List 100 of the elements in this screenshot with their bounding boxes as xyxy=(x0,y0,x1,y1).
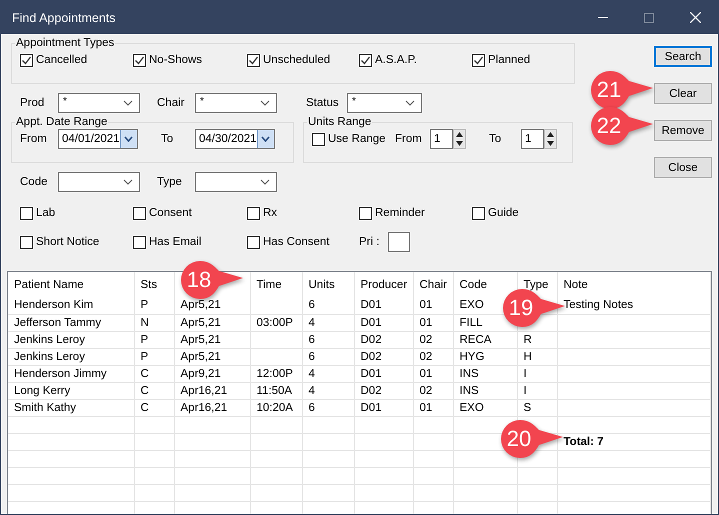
checkbox-label: Has Email xyxy=(149,236,202,248)
column-header[interactable]: Type xyxy=(524,278,548,290)
table-cell: 02 xyxy=(413,348,453,365)
table-cell: 02 xyxy=(413,382,453,399)
table-cell: Jefferson Tammy xyxy=(8,314,134,331)
total-count: Total: 7 xyxy=(564,436,604,448)
column-header[interactable]: Producer xyxy=(360,278,408,290)
column-header[interactable]: Patient Name xyxy=(14,278,84,290)
table-cell: EXO xyxy=(453,399,517,416)
checkbox-label: Use Range xyxy=(328,133,386,145)
chevron-down-icon xyxy=(124,136,134,142)
field-label: Status xyxy=(306,97,340,109)
table-cell: D01 xyxy=(354,314,413,331)
checkbox[interactable] xyxy=(20,206,33,220)
callout-marker: 18 xyxy=(179,259,245,301)
table-cell: R xyxy=(517,331,557,348)
dropdown-field[interactable] xyxy=(195,172,277,192)
column-header[interactable]: Units xyxy=(308,278,335,290)
checkbox-label: A.S.A.P. xyxy=(375,54,417,66)
checkbox-label: Unscheduled xyxy=(263,54,330,66)
checkbox-label: No-Shows xyxy=(149,54,202,66)
column-header[interactable]: Time xyxy=(256,278,282,290)
table-cell: 02 xyxy=(413,331,453,348)
date-field[interactable]: 04/01/2021 xyxy=(58,129,138,149)
date-field[interactable]: 04/30/2021 xyxy=(195,129,275,149)
table-cell: 01 xyxy=(413,297,453,314)
checkbox[interactable] xyxy=(312,132,325,146)
table-cell: 6 xyxy=(302,297,354,314)
field-label: To xyxy=(489,133,502,145)
field-label: Code xyxy=(20,176,48,188)
dropdown-field[interactable]: * xyxy=(58,93,140,113)
checkbox[interactable] xyxy=(20,54,33,66)
table-cell: 10:20A xyxy=(250,399,302,416)
checkbox[interactable] xyxy=(472,206,485,220)
chevron-down-icon xyxy=(123,179,133,185)
field-label: From xyxy=(395,133,423,145)
field-label: Pri : xyxy=(359,236,380,248)
chevron-down-icon xyxy=(260,100,270,106)
column-header[interactable]: Sts xyxy=(140,278,158,290)
checkbox[interactable] xyxy=(247,236,260,248)
table-cell: 4 xyxy=(302,365,354,382)
dropdown-field[interactable]: * xyxy=(347,93,422,113)
dialog-button[interactable]: Search xyxy=(654,46,712,67)
table-cell: D02 xyxy=(354,382,413,399)
table-cell: 01 xyxy=(413,314,453,331)
callout-marker: 20 xyxy=(499,418,565,460)
checkbox[interactable] xyxy=(359,206,372,220)
priority-field[interactable] xyxy=(388,232,410,252)
field-label: Chair xyxy=(157,97,186,109)
group-label: Appt. Date Range xyxy=(15,116,108,128)
checkbox[interactable] xyxy=(133,206,146,220)
checkbox-label: Short Notice xyxy=(36,236,100,248)
table-cell: 12:00P xyxy=(250,365,302,382)
table-cell: 01 xyxy=(413,399,453,416)
table-cell: C xyxy=(134,365,174,382)
close-icon xyxy=(690,12,700,23)
column-header[interactable]: Note xyxy=(564,278,588,290)
group-label: Appointment Types xyxy=(15,37,116,49)
checkbox[interactable] xyxy=(133,236,146,248)
checkbox[interactable] xyxy=(133,54,146,66)
table-cell: Long Kerry xyxy=(8,382,134,399)
table-cell: INS xyxy=(453,365,517,382)
table-cell: D01 xyxy=(354,365,413,382)
table-cell: 6 xyxy=(302,331,354,348)
table-cell: HYG xyxy=(453,348,517,365)
table-cell: D01 xyxy=(354,399,413,416)
checkbox[interactable] xyxy=(247,54,260,66)
table-cell: P xyxy=(134,331,174,348)
column-header[interactable]: Chair xyxy=(420,278,447,290)
table-cell: Jenkins Leroy xyxy=(8,331,134,348)
checkbox-label: Consent xyxy=(149,207,192,219)
field-label: From xyxy=(20,133,48,145)
checkbox-label: Guide xyxy=(488,207,519,219)
chevron-down-icon xyxy=(123,100,133,106)
dialog-button[interactable]: Close xyxy=(654,157,712,178)
dialog-button[interactable]: Clear xyxy=(654,83,712,104)
checkbox-label: Has Consent xyxy=(263,236,330,248)
chevron-down-icon xyxy=(261,136,270,142)
table-cell: 11:50A xyxy=(250,382,302,399)
table-cell: H xyxy=(517,348,557,365)
column-header[interactable]: Code xyxy=(460,278,487,290)
checkbox[interactable] xyxy=(472,54,485,66)
group-label: Units Range xyxy=(307,116,372,128)
window-title: Find Appointments xyxy=(12,10,117,24)
dialog-button[interactable]: Remove xyxy=(654,120,712,141)
checkbox[interactable] xyxy=(20,236,33,248)
table-cell: C xyxy=(134,399,174,416)
checkbox[interactable] xyxy=(359,54,372,66)
checkbox[interactable] xyxy=(247,206,260,220)
checkbox-label: Reminder xyxy=(375,207,425,219)
field-label: Type xyxy=(157,176,183,188)
table-cell: C xyxy=(134,382,174,399)
table-cell: RECA xyxy=(453,331,517,348)
maximize-icon xyxy=(644,12,654,22)
chevron-down-icon xyxy=(405,100,415,106)
table-cell: Apr16,21 xyxy=(174,399,250,416)
field-label: Prod xyxy=(20,97,46,109)
dropdown-field[interactable]: * xyxy=(195,93,277,113)
table-cell: Apr16,21 xyxy=(174,382,250,399)
dropdown-field[interactable] xyxy=(58,172,140,192)
